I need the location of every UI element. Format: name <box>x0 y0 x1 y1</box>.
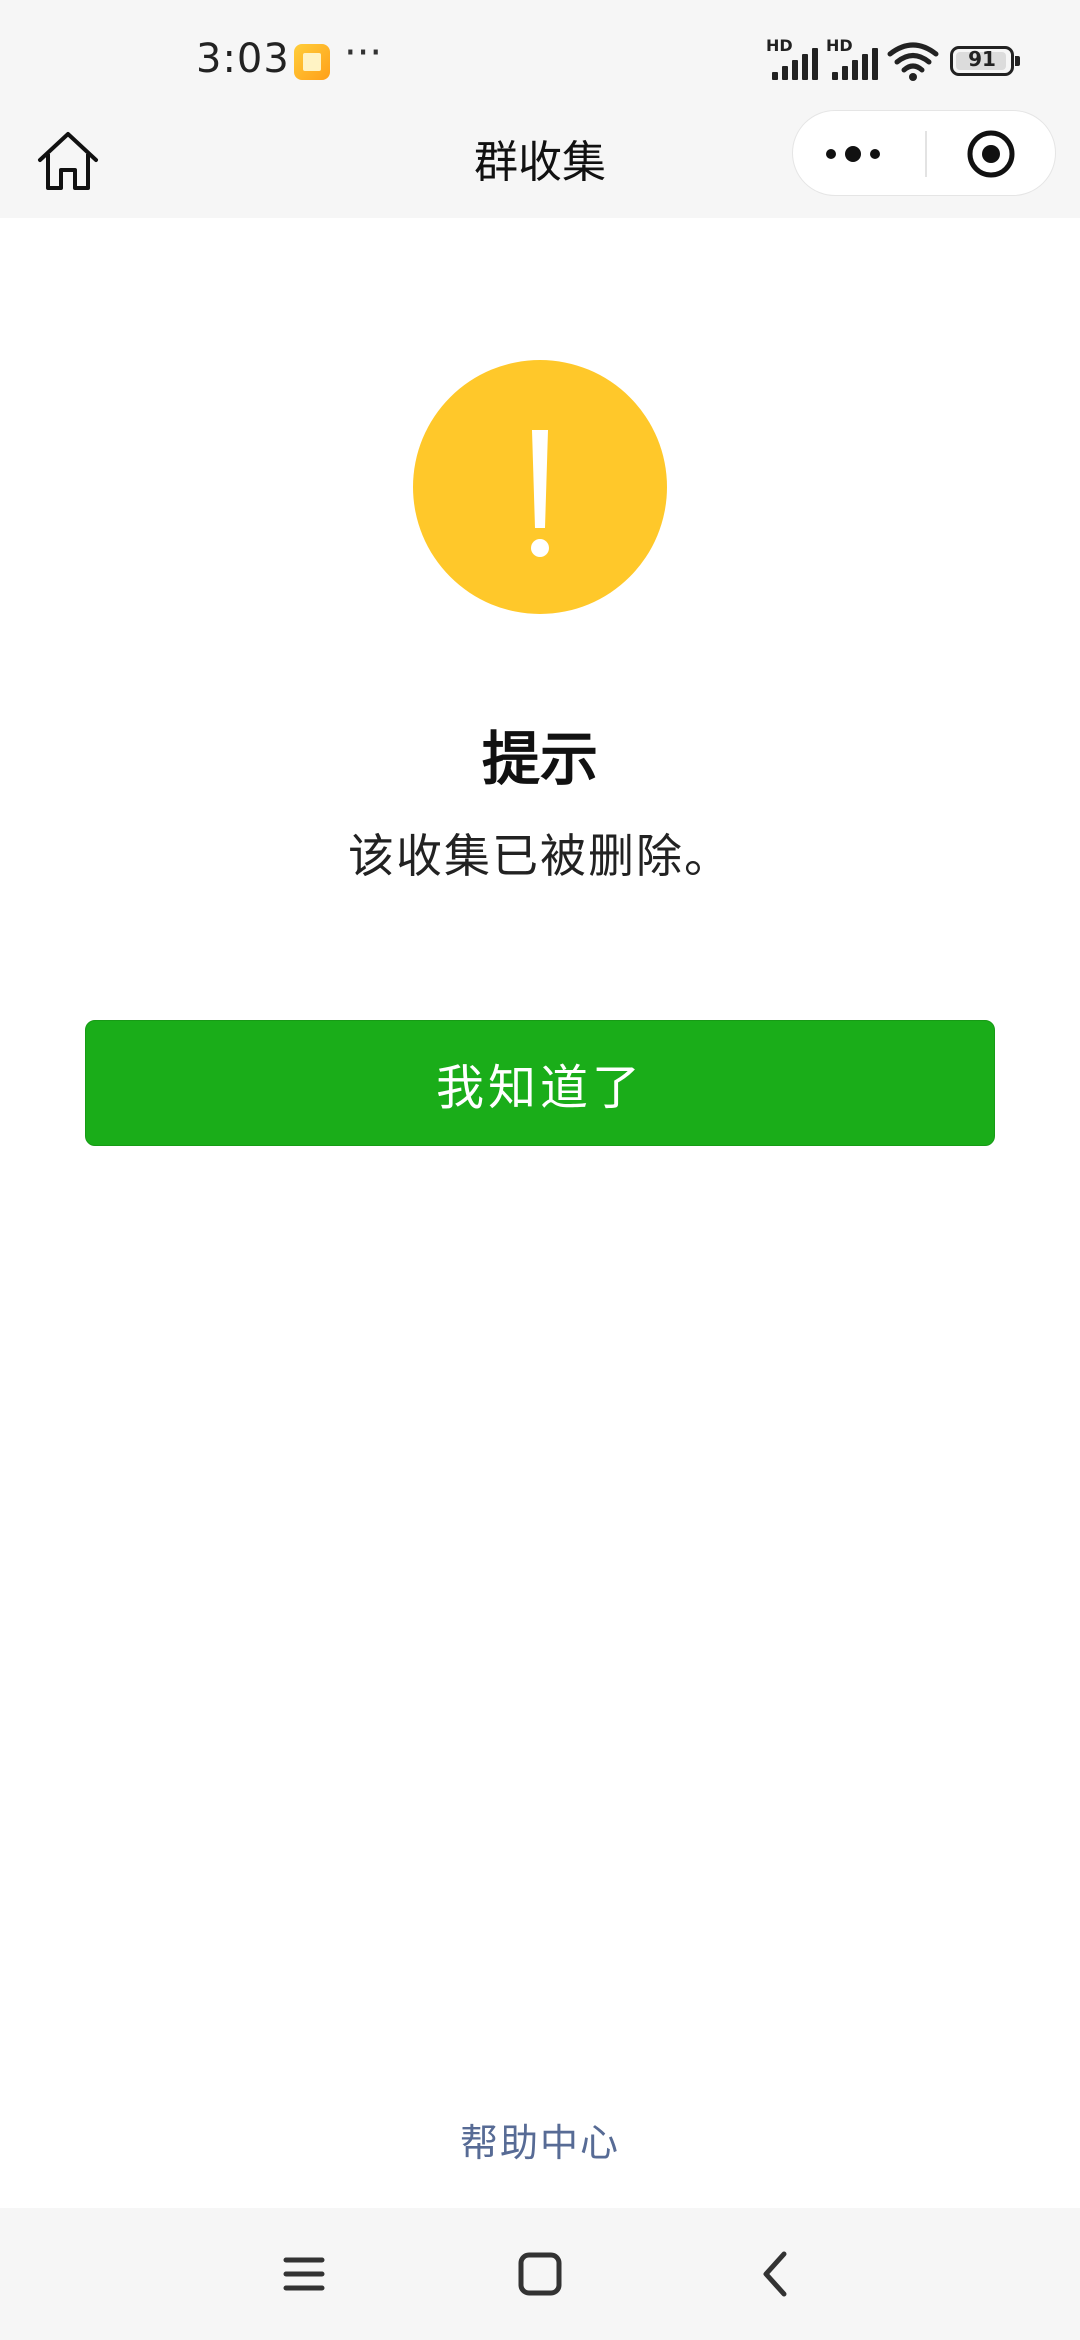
page: 3:03 ··· HD HD 91 群收集 提示 该收集已被删除。 我知道了 帮… <box>0 0 1080 2340</box>
menu-icon[interactable] <box>272 2242 336 2306</box>
battery-level: 91 <box>968 47 996 71</box>
help-center-link[interactable]: 帮助中心 <box>0 2112 1080 2167</box>
status-bar: 3:03 ··· HD HD 91 <box>0 0 1080 110</box>
back-chevron-icon[interactable] <box>744 2242 808 2306</box>
capsule-divider <box>925 131 927 177</box>
wifi-icon <box>887 42 939 81</box>
signal-strength-icon: HD <box>826 36 878 80</box>
navigation-bar <box>0 2208 1080 2340</box>
more-dots-icon[interactable] <box>821 129 885 179</box>
message-body: 该收集已被删除。 <box>348 829 732 883</box>
title-bar: 群收集 <box>0 110 1080 218</box>
status-time: 3:03 <box>196 36 290 82</box>
warning-indicator <box>413 360 667 614</box>
exclamation-icon <box>531 430 549 557</box>
target-close-icon[interactable] <box>965 128 1017 180</box>
status-more-indicator: ··· <box>344 30 383 76</box>
message-title: 提示 <box>481 725 598 793</box>
signal-strength-icon: HD <box>766 36 818 80</box>
square-home-icon[interactable] <box>508 2242 572 2306</box>
mini-program-capsule <box>792 110 1056 196</box>
gallery-icon <box>294 44 330 80</box>
battery-icon: 91 <box>950 46 1020 76</box>
confirm-button[interactable]: 我知道了 <box>85 1020 995 1146</box>
